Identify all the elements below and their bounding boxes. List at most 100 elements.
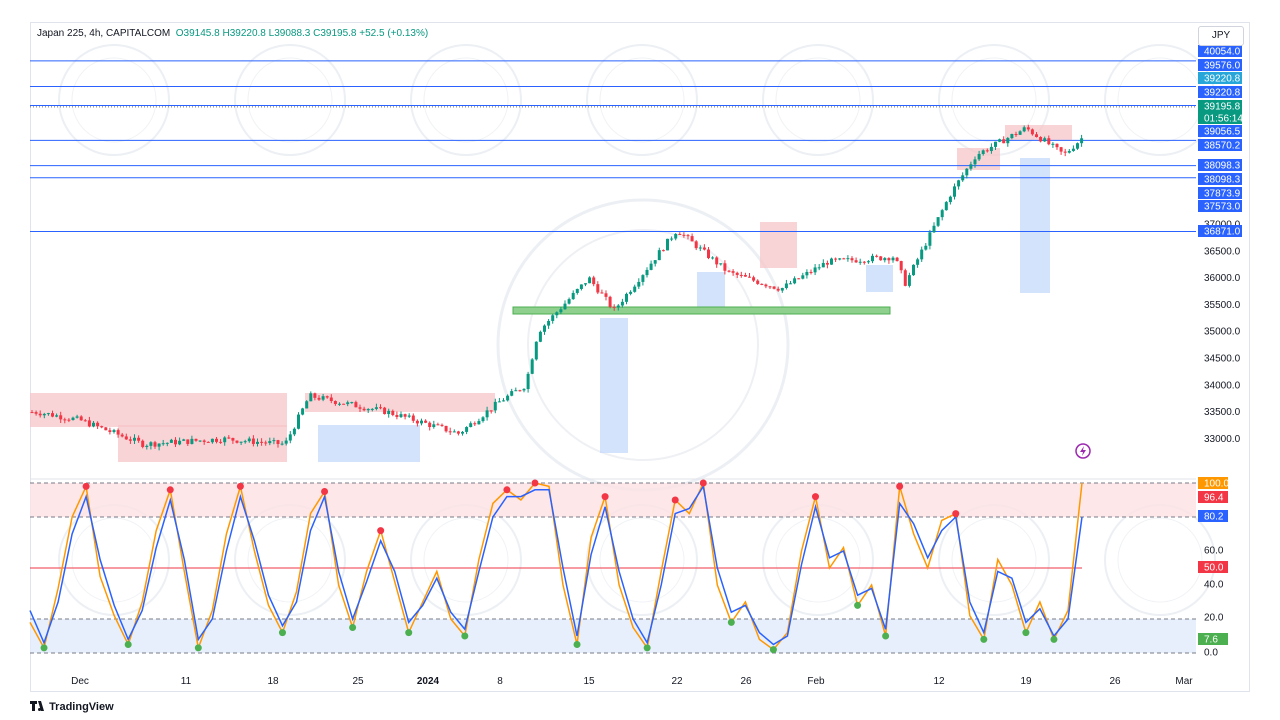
candle-body — [219, 441, 223, 443]
tradingview-brand: TradingView — [30, 700, 114, 713]
candle-body — [666, 238, 669, 251]
candle-body — [383, 407, 387, 415]
candle-body — [768, 286, 772, 288]
candle-body — [350, 402, 354, 404]
price-tick-label: 34000.0 — [1204, 380, 1241, 391]
candle-body — [727, 270, 731, 272]
stoch-cross-dot — [769, 646, 777, 654]
currency-selector[interactable]: JPY — [1198, 26, 1244, 46]
candle-body — [55, 415, 59, 417]
stoch-cross-dot — [461, 632, 469, 640]
watermark-seal-inner — [775, 57, 861, 143]
stoch-cross-dot — [896, 482, 904, 490]
sd-zone — [1005, 125, 1072, 140]
stoch-cross-dot — [643, 644, 651, 652]
candle-body — [362, 408, 366, 411]
candle-body — [776, 288, 780, 291]
candle-body — [588, 277, 592, 284]
candle-body — [1080, 138, 1084, 144]
candle-body — [846, 258, 850, 260]
chart-canvas[interactable]: 33000.0 33500.0 34000.0 34500.0 35000.0 35500… — [0, 0, 1280, 720]
candle-body — [563, 303, 567, 310]
stoch-cross-dot — [671, 496, 679, 504]
candle-body — [100, 426, 104, 428]
price-tag: 37573.0 — [1198, 200, 1242, 213]
osc-tag-label: 7.6 — [1204, 635, 1218, 646]
candle-body — [87, 420, 91, 427]
watermark-seal — [762, 44, 874, 156]
candle-body — [875, 255, 879, 257]
candle-body — [42, 413, 46, 416]
candle-body — [174, 439, 177, 445]
candle-body — [190, 438, 194, 444]
candle-body — [1051, 143, 1055, 145]
price-tag-label: 37573.0 — [1204, 202, 1241, 213]
candle-body — [46, 413, 50, 415]
candle-body — [608, 296, 612, 307]
candle-body — [297, 414, 300, 429]
candle-body — [899, 261, 903, 271]
candle-body — [694, 241, 698, 249]
candle-body — [809, 271, 813, 273]
price-tag-label: 38098.3 — [1204, 175, 1241, 186]
candle-body — [75, 416, 79, 418]
candle-body — [756, 280, 760, 284]
lightning-glyph-icon — [1080, 446, 1086, 456]
sd-zone — [305, 393, 495, 412]
stoch-cross-dot — [1050, 635, 1058, 643]
candle-body — [79, 416, 83, 421]
candle-body — [67, 419, 71, 421]
candle-body — [342, 403, 346, 405]
watermark-seal-inner — [71, 57, 157, 143]
key-zone-green — [512, 306, 891, 315]
osc-tag-label: 50.0 — [1204, 563, 1224, 574]
candle-body — [920, 249, 924, 260]
candle-body — [395, 414, 399, 417]
candle-body — [1076, 143, 1079, 149]
candle-body — [415, 420, 419, 424]
candle-body — [801, 275, 805, 279]
stoch-cross-dot — [236, 482, 244, 490]
brand-label: TradingView — [49, 701, 114, 713]
candle-body — [977, 153, 981, 160]
stoch-cross-dot — [166, 486, 174, 494]
candle-body — [883, 258, 887, 261]
osc-tick-label: 40.0 — [1204, 580, 1224, 591]
candle-body — [682, 234, 686, 236]
candle-body — [128, 439, 132, 441]
candle-body — [707, 249, 710, 259]
candle-body — [239, 441, 243, 443]
candle-body — [215, 438, 218, 442]
price-tag: 38098.3 — [1198, 159, 1242, 172]
candle-body — [723, 263, 727, 271]
candle-body — [456, 431, 460, 434]
candle-body — [748, 276, 751, 278]
candle-body — [465, 427, 469, 432]
candle-body — [592, 277, 596, 285]
oversold-band — [30, 619, 1196, 653]
candle-body — [145, 445, 149, 447]
price-tag: 39576.0 — [1198, 59, 1242, 72]
candle-body — [301, 408, 305, 415]
watermark-seal — [410, 44, 522, 156]
osc-tick-label: 20.0 — [1204, 613, 1224, 624]
candle-body — [1026, 127, 1030, 130]
candle-body — [567, 299, 571, 304]
candle-body — [124, 436, 128, 440]
watermark-seal-inner — [775, 517, 861, 603]
candle-body — [969, 164, 973, 169]
candle-body — [805, 271, 809, 276]
candle-body — [51, 413, 54, 417]
candle-body — [510, 391, 514, 396]
watermark-seal-inner — [423, 517, 509, 603]
time-tick-label: 8 — [497, 676, 503, 687]
candle-body — [210, 438, 214, 443]
candle-body — [370, 408, 374, 410]
price-tag: 01:56:14 — [1198, 112, 1243, 125]
candle-body — [957, 180, 961, 187]
time-tick-label: Mar — [1175, 676, 1193, 687]
candle-body — [374, 407, 378, 409]
candle-body — [108, 430, 112, 433]
price-tick-label: 36500.0 — [1204, 246, 1241, 257]
candle-body — [420, 420, 423, 424]
